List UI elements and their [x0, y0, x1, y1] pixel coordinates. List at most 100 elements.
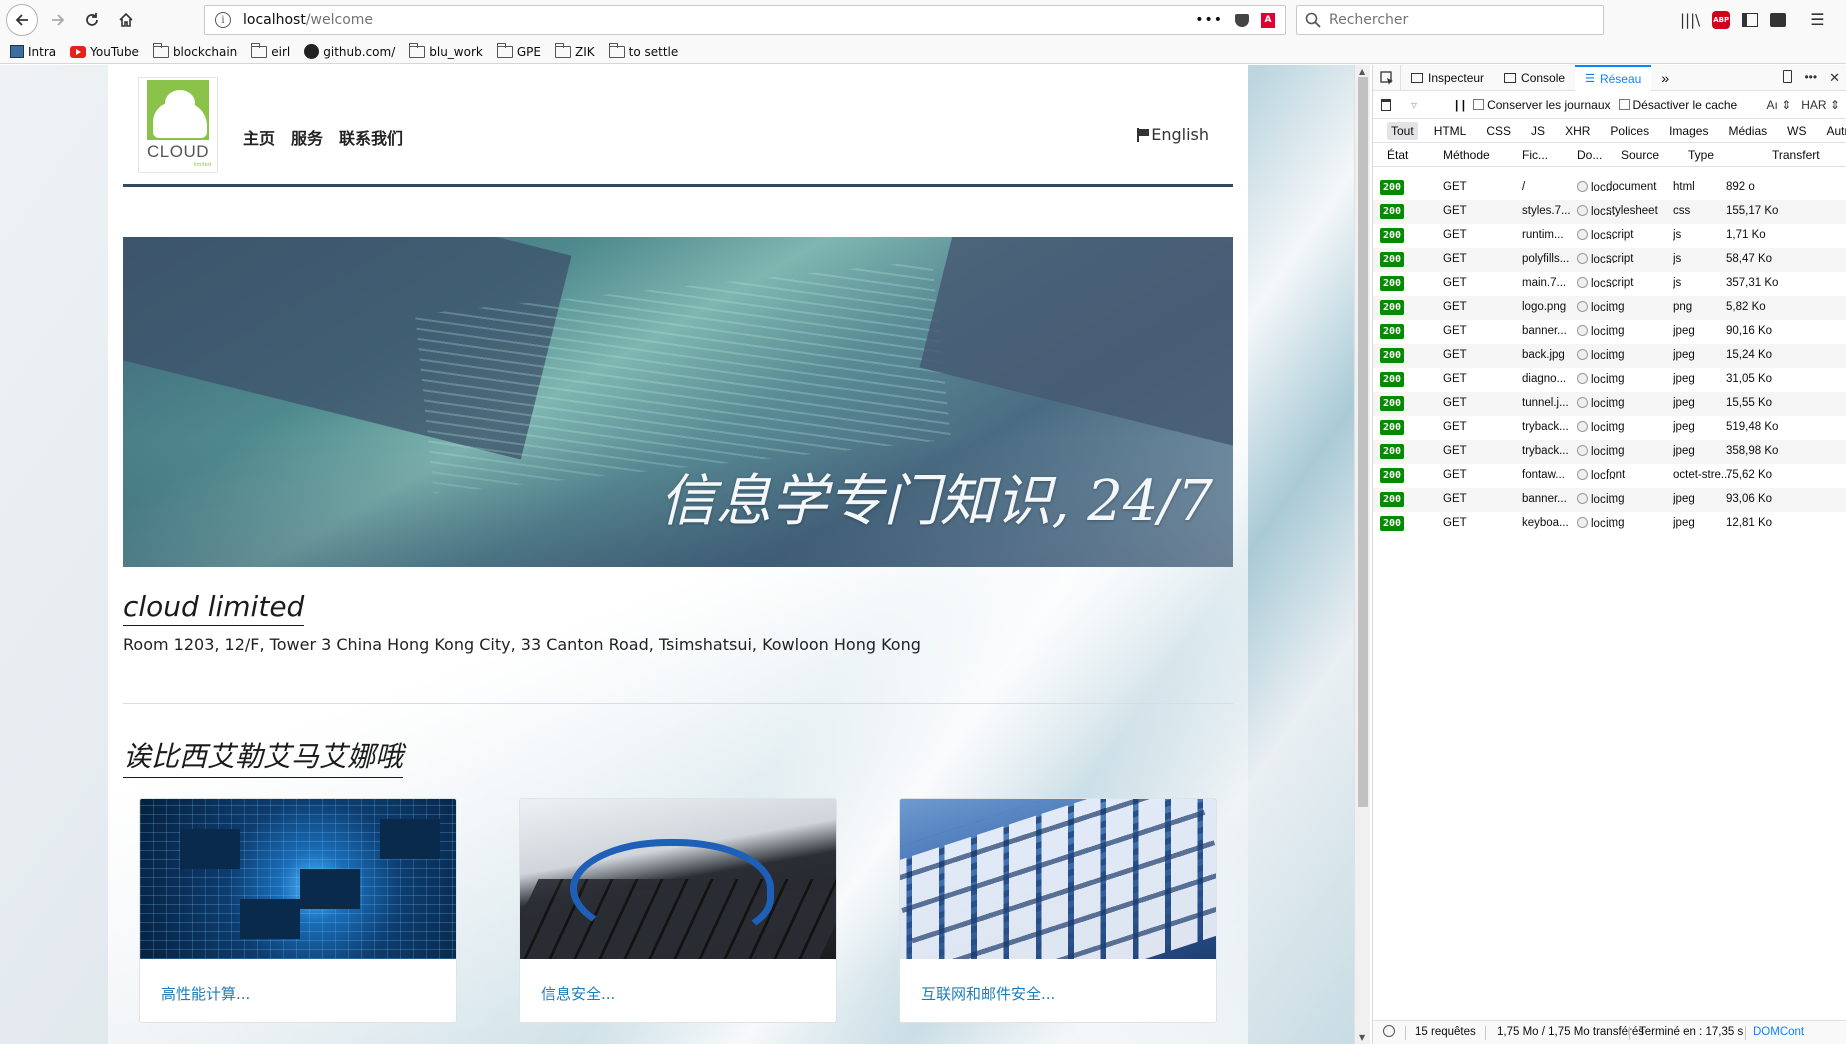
search-bar[interactable]: Rechercher	[1296, 5, 1604, 35]
request-cause: script	[1606, 229, 1634, 241]
request-row[interactable]: 200 GET / loc... document html 892 o	[1373, 176, 1846, 200]
language-link[interactable]: English	[1137, 125, 1209, 144]
type-filter-js[interactable]: JS	[1527, 122, 1549, 140]
type-filter-fonts[interactable]: Polices	[1606, 122, 1653, 140]
url-bar[interactable]: i localhost/welcome ••• A	[204, 5, 1286, 35]
performance-icon[interactable]	[1383, 1025, 1395, 1040]
disable-cache-checkbox[interactable]: Désactiver le cache	[1618, 98, 1737, 112]
devtools-menu-icon[interactable]: •••	[1804, 70, 1817, 86]
card-link[interactable]: 高性能计算...	[161, 983, 250, 1004]
request-row[interactable]: 200 GET fontaw... loc... font octet-stre... 75…	[1373, 464, 1846, 488]
home-button[interactable]	[112, 6, 140, 34]
reload-button[interactable]	[78, 6, 106, 34]
status-badge: 200	[1380, 324, 1404, 339]
library-icon[interactable]: |||\	[1680, 11, 1700, 29]
service-card[interactable]: 互联网和邮件安全...	[899, 798, 1217, 1023]
request-file: main.7...	[1522, 277, 1567, 289]
type-filter-images[interactable]: Images	[1665, 122, 1712, 140]
search-placeholder: Rechercher	[1329, 12, 1409, 28]
request-row[interactable]: 200 GET runtim... loc... script js 1,71 Ko	[1373, 224, 1846, 248]
service-card[interactable]: 高性能计算...	[139, 798, 457, 1023]
column-type[interactable]: Type	[1688, 148, 1714, 162]
bookmark-folder-eirl[interactable]: eirl	[251, 42, 290, 59]
pocket-icon[interactable]	[1235, 13, 1249, 27]
site-logo[interactable]: CLOUD limited	[138, 77, 218, 173]
close-icon[interactable]: ✕	[1829, 70, 1840, 86]
responsive-mode-icon[interactable]	[1783, 70, 1793, 83]
request-row[interactable]: 200 GET banner... loc... img jpeg 93,06 Ko	[1373, 488, 1846, 512]
tab-network[interactable]: ☰ Réseau	[1575, 64, 1652, 91]
type-filter-css[interactable]: CSS	[1482, 122, 1515, 140]
bookmark-intra[interactable]: Intra	[10, 45, 56, 59]
more-tabs-button[interactable]: »	[1651, 65, 1679, 91]
nav-services[interactable]: 服务	[291, 125, 323, 149]
request-row[interactable]: 200 GET tryback... loc... img jpeg 519,48 Ko	[1373, 416, 1846, 440]
request-size: 93,06 Ko	[1726, 493, 1773, 505]
request-file: diagno...	[1522, 373, 1567, 385]
throttle-select[interactable]: Aı ⇕	[1767, 98, 1792, 112]
filter-icon[interactable]: ▿	[1411, 98, 1417, 112]
request-row[interactable]: 200 GET back.jpg loc... img jpeg 15,24 Ko	[1373, 344, 1846, 368]
request-row[interactable]: 200 GET tryback... loc... img jpeg 358,98 Ko	[1373, 440, 1846, 464]
nav-contact[interactable]: 联系我们	[339, 125, 403, 149]
tab-console[interactable]: Console	[1494, 65, 1575, 91]
scroll-down-icon[interactable]: ▼	[1359, 1033, 1365, 1042]
info-icon[interactable]: i	[215, 12, 231, 28]
column-domain[interactable]: Do...	[1577, 148, 1602, 162]
type-filter-ws[interactable]: WS	[1783, 122, 1810, 140]
trash-icon[interactable]	[1381, 98, 1391, 111]
request-row[interactable]: 200 GET styles.7... loc... stylesheet css 155,…	[1373, 200, 1846, 224]
column-file[interactable]: Fic...	[1522, 148, 1548, 162]
extension-icon[interactable]	[1770, 12, 1787, 27]
type-filter-media[interactable]: Médias	[1724, 122, 1771, 140]
bookmark-folder-to-settle[interactable]: to settle	[608, 42, 678, 59]
card-link[interactable]: 信息安全...	[541, 983, 615, 1004]
type-filter-html[interactable]: HTML	[1430, 122, 1471, 140]
bookmark-youtube[interactable]: YouTube	[70, 45, 139, 59]
adblock-icon[interactable]: ABP	[1712, 10, 1731, 29]
request-row[interactable]: 200 GET banner... loc... img jpeg 90,16 Ko	[1373, 320, 1846, 344]
scrollbar-thumb[interactable]	[1358, 77, 1368, 807]
status-badge: 200	[1380, 468, 1404, 483]
type-filter-other[interactable]: Autre	[1822, 122, 1846, 140]
column-transfer[interactable]: Transfert	[1772, 148, 1820, 162]
bookmark-folder-zik[interactable]: ZIK	[554, 42, 595, 59]
tab-inspector[interactable]: Inspecteur	[1401, 65, 1494, 91]
reload-icon	[86, 13, 98, 26]
type-filter-xhr[interactable]: XHR	[1561, 122, 1594, 140]
card-link[interactable]: 互联网和邮件安全...	[921, 983, 1055, 1004]
page-actions-icon[interactable]: •••	[1195, 12, 1223, 28]
request-method: GET	[1443, 205, 1467, 217]
service-card[interactable]: 信息安全...	[519, 798, 837, 1023]
column-method[interactable]: Méthode	[1443, 148, 1490, 162]
request-row[interactable]: 200 GET polyfills... loc... script js 58,47 Ko	[1373, 248, 1846, 272]
folder-icon	[251, 42, 268, 58]
request-row[interactable]: 200 GET main.7... loc... script js 357,31 Ko	[1373, 272, 1846, 296]
type-filter-all[interactable]: Tout	[1387, 121, 1418, 140]
back-button[interactable]	[6, 4, 38, 36]
forward-button[interactable]	[44, 6, 72, 34]
menu-icon[interactable]: ☰	[1810, 10, 1824, 29]
bookmark-github[interactable]: github.com/	[304, 44, 395, 59]
har-menu[interactable]: HAR ⇕	[1801, 98, 1840, 112]
globe-icon	[1577, 493, 1588, 504]
request-row[interactable]: 200 GET logo.png loc... img png 5,82 Ko	[1373, 296, 1846, 320]
bookmark-folder-gpe[interactable]: GPE	[496, 42, 541, 59]
element-picker-button[interactable]	[1373, 64, 1401, 91]
column-status[interactable]: État	[1387, 148, 1408, 162]
bookmark-folder-blockchain[interactable]: blockchain	[152, 42, 237, 59]
cloud-logo-icon	[147, 80, 209, 140]
angular-icon[interactable]: A	[1261, 12, 1275, 28]
sidebar-icon[interactable]	[1742, 12, 1759, 27]
persist-logs-checkbox[interactable]: Conserver les journaux	[1473, 98, 1611, 112]
request-row[interactable]: 200 GET keyboa... loc... img jpeg 12,81 Ko	[1373, 512, 1846, 536]
bookmark-folder-blu-work[interactable]: blu_work	[409, 42, 483, 59]
request-row[interactable]: 200 GET tunnel.j... loc... img jpeg 15,55 Ko	[1373, 392, 1846, 416]
request-row[interactable]: 200 GET diagno... loc... img jpeg 31,05 Ko	[1373, 368, 1846, 392]
page-scrollbar[interactable]: ▲ ▼	[1354, 65, 1370, 1044]
scroll-up-icon[interactable]: ▲	[1359, 67, 1365, 76]
pause-icon[interactable]: | |	[1455, 98, 1465, 112]
nav-home[interactable]: 主页	[243, 125, 275, 149]
url-text: localhost/welcome	[243, 12, 373, 28]
column-cause[interactable]: Source	[1621, 148, 1659, 162]
